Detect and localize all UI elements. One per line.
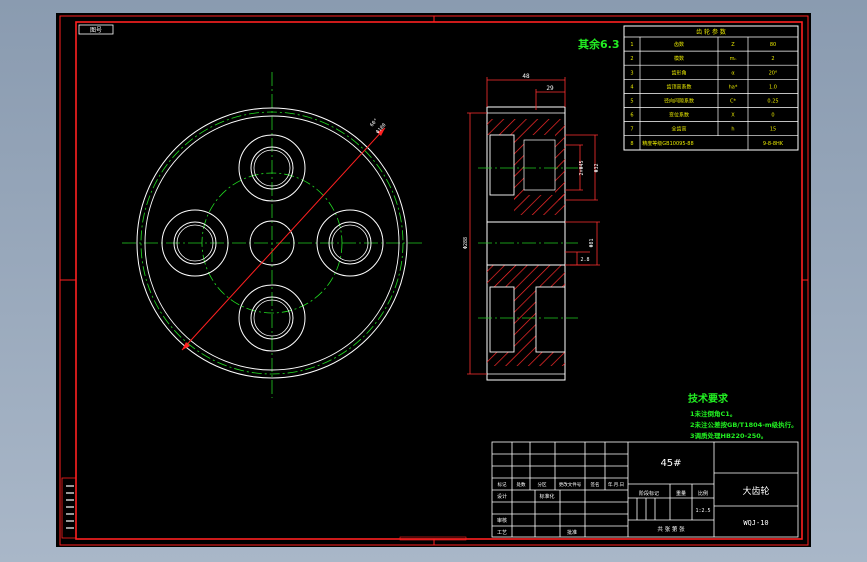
- dim-bore-text: Φ32: [594, 163, 600, 172]
- hatch-top-web-right: [555, 135, 565, 200]
- param-row-symbol: C*: [730, 98, 736, 104]
- part-name-text: 大齿轮: [742, 485, 769, 497]
- designer-label: 设计: [497, 493, 507, 500]
- dim-hub-diameter-text: Φ81: [589, 238, 595, 247]
- hatch-top-rim: [487, 119, 565, 135]
- hatch-top-web-left: [514, 135, 524, 200]
- param-row-name: 齿数: [674, 41, 684, 48]
- reviewer-label: 审核: [497, 517, 507, 524]
- approve-label: 批准: [567, 529, 577, 536]
- tech-req-item: 1未注倒角C1。: [690, 409, 736, 418]
- param-row-no: 3: [630, 70, 633, 76]
- tech-req-item: 3调质处理HB220-250。: [690, 431, 767, 440]
- param-row-value: 2: [771, 56, 774, 62]
- param-row-no: 1: [630, 42, 633, 48]
- param-row-value: 15: [770, 127, 776, 133]
- scale-label: 比例: [698, 490, 708, 497]
- cad-drawing-viewport: 图号 60° Φ180 48 29 2×Φ45 Φ32 Φ81 2.8 Φ288…: [56, 13, 811, 547]
- param-row-symbol: h: [731, 127, 734, 133]
- rev-header: 更改文件号: [559, 481, 582, 488]
- tech-req-item: 2未注公差按GB/T1804-m级执行。: [690, 420, 798, 429]
- hatch-top-lower: [514, 195, 565, 215]
- dim-keyway-text: 2.8: [580, 257, 589, 263]
- gear-params-title: 齿 轮 参 数: [696, 28, 726, 36]
- drawing-number-text: WQJ-10: [743, 519, 768, 527]
- sheets-text: 共 张 第 张: [657, 525, 685, 533]
- param-row-value: 9-8-8HK: [763, 141, 784, 147]
- dim-outer-diameter-text: Φ288: [463, 237, 469, 249]
- param-row-no: 4: [630, 84, 633, 90]
- scale-value: 1:2.5: [695, 508, 710, 514]
- param-row-symbol: Z: [731, 42, 735, 48]
- tech-req-title: 技术要求: [688, 392, 729, 405]
- param-row-name: 模数: [674, 55, 684, 62]
- param-row-name: 精度等级GB10095-88: [642, 140, 693, 147]
- dim-top-width-text: 48: [522, 73, 530, 80]
- param-row-symbol: ha*: [729, 84, 738, 90]
- standardize-label: 标准化: [539, 493, 554, 500]
- param-row-symbol: X: [731, 113, 735, 119]
- param-row-value: 80: [770, 42, 776, 48]
- roughness-note: 其余6.3: [578, 37, 620, 51]
- param-row-no: 5: [630, 98, 633, 104]
- param-row-value: 0.25: [767, 98, 778, 104]
- drawing-code-text: 图号: [90, 27, 102, 34]
- hatch-bottom-upper: [487, 265, 565, 287]
- param-row-name: 齿形角: [671, 69, 686, 76]
- param-row-no: 8: [630, 141, 633, 147]
- rev-header: 年.月.日: [608, 481, 624, 488]
- param-row-no: 6: [630, 113, 633, 119]
- hatch-bottom-web: [514, 287, 536, 352]
- param-row-value: 1.0: [769, 84, 777, 90]
- process-label: 工艺: [497, 530, 507, 536]
- param-row-no: 7: [630, 127, 633, 133]
- material-text: 45#: [660, 458, 681, 469]
- param-row-name: 全齿高: [671, 126, 686, 133]
- param-row-value: 0: [771, 113, 774, 119]
- param-row-symbol: mₙ: [730, 56, 737, 62]
- rev-header: 签名: [591, 481, 600, 488]
- weight-label: 重量: [676, 490, 686, 497]
- dim-sub-width-text: 29: [546, 85, 554, 92]
- stage-mark-label: 阶段标记: [639, 490, 659, 497]
- dim-hub-text: 2×Φ45: [579, 160, 585, 175]
- param-row-value: 20°: [769, 70, 778, 76]
- rev-header: 分区: [538, 481, 547, 488]
- param-row-no: 2: [630, 56, 633, 62]
- param-row-name: 变位系数: [669, 112, 689, 119]
- param-row-name: 径向间隙系数: [664, 97, 694, 104]
- rev-header: 处数: [517, 481, 526, 488]
- rev-header: 标记: [498, 481, 507, 488]
- hatch-bottom-rim: [487, 352, 565, 366]
- param-row-name: 齿顶高系数: [666, 83, 691, 90]
